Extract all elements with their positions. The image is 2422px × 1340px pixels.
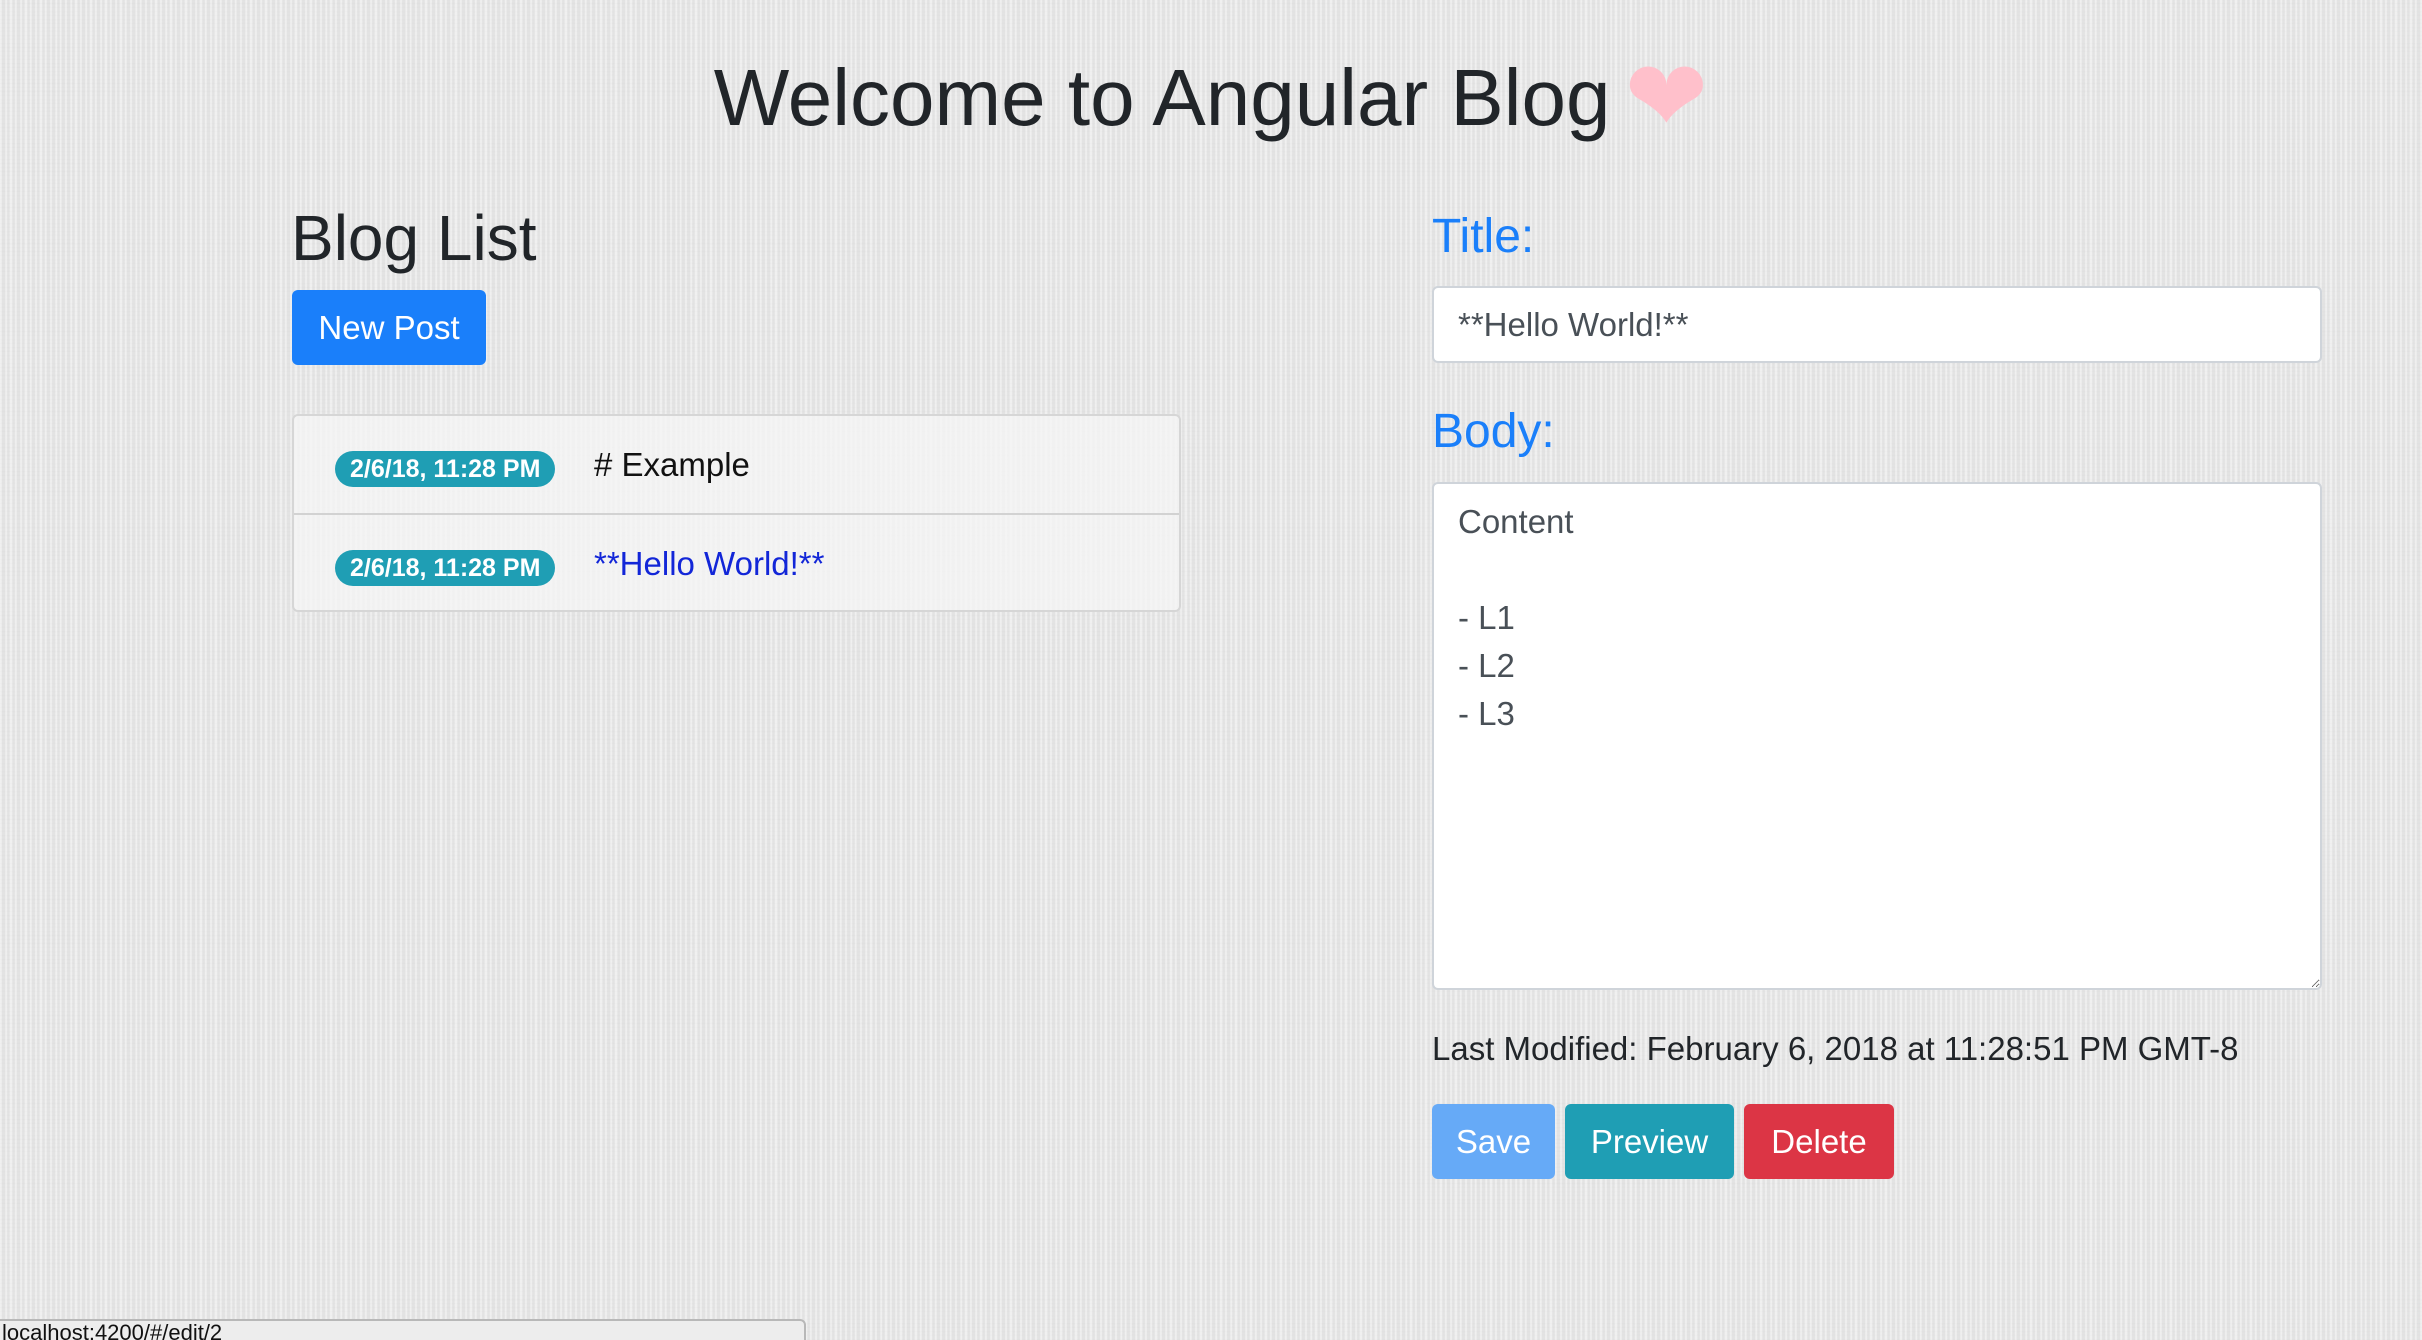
post-title-link[interactable]: **Hello World!** [594, 541, 824, 587]
save-button[interactable]: Save [1432, 1104, 1555, 1179]
post-title-link[interactable]: # Example [594, 442, 750, 488]
heart-icon: ❤ [1624, 41, 1709, 153]
delete-button[interactable]: Delete [1744, 1104, 1894, 1179]
body-textarea[interactable]: Content - L1 - L2 - L3 [1432, 482, 2322, 990]
list-item[interactable]: 2/6/18, 11:28 PM **Hello World!** [294, 513, 1179, 610]
blog-list-heading: Blog List [291, 202, 537, 274]
page-title-text: Welcome to Angular Blog [713, 53, 1611, 142]
title-input[interactable] [1432, 286, 2322, 363]
post-date-badge: 2/6/18, 11:28 PM [335, 451, 556, 487]
blog-post-list: 2/6/18, 11:28 PM # Example 2/6/18, 11:28… [292, 414, 1181, 612]
new-post-button[interactable]: New Post [292, 290, 486, 365]
list-item[interactable]: 2/6/18, 11:28 PM # Example [294, 416, 1179, 513]
last-modified-text: Last Modified: February 6, 2018 at 11:28… [1432, 1030, 2239, 1067]
title-label: Title: [1432, 210, 1535, 263]
preview-button[interactable]: Preview [1565, 1104, 1734, 1179]
status-bar-url: localhost:4200/#/edit/2 [0, 1319, 806, 1340]
page-title: Welcome to Angular Blog ❤ [0, 42, 2422, 153]
body-label: Body: [1432, 405, 1555, 458]
post-date-badge: 2/6/18, 11:28 PM [335, 550, 556, 586]
